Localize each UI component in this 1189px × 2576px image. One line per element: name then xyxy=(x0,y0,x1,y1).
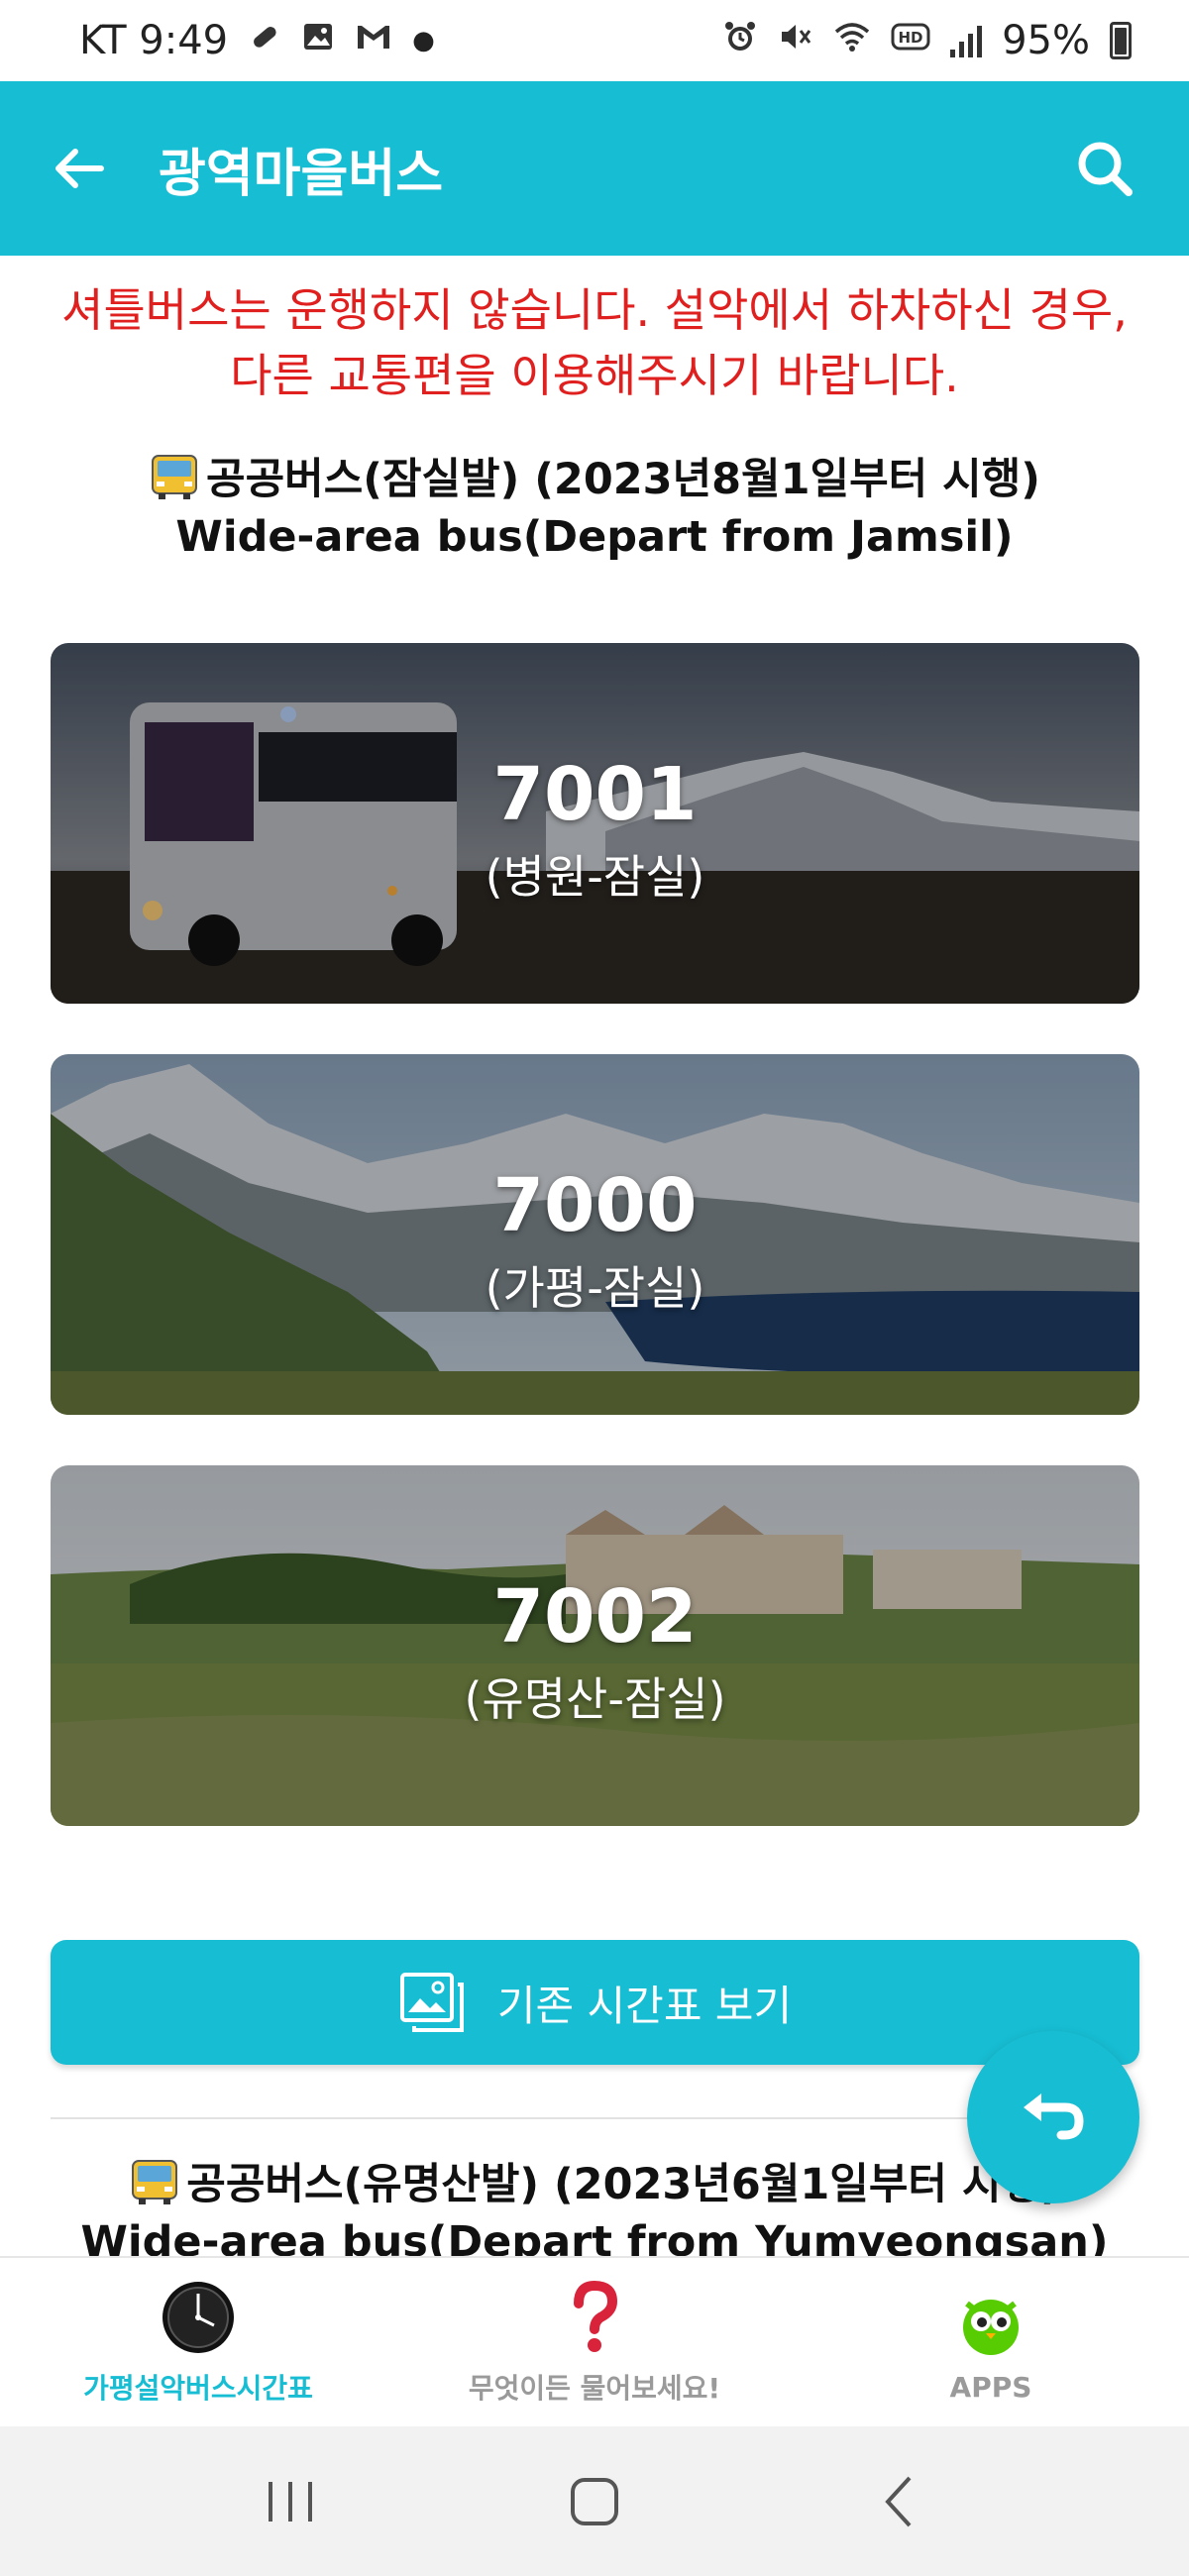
back-button[interactable] xyxy=(40,129,119,208)
route-name: (유명산-잠실) xyxy=(464,1672,726,1726)
clock-icon xyxy=(159,2278,238,2357)
search-icon xyxy=(1078,142,1133,196)
mute-icon xyxy=(778,19,813,63)
route-name: (가평-잠실) xyxy=(485,1261,705,1315)
route-number: 7000 xyxy=(492,1163,698,1248)
nav-label: APPS xyxy=(949,2370,1032,2404)
shuttle-notice: 셔틀버스는 운행하지 않습니다. 설악에서 하차하신 경우, 다른 교통편을 이… xyxy=(61,283,1128,402)
nav-item-ask[interactable]: 무엇이든 물어보세요! xyxy=(396,2258,793,2426)
recent-apps-icon xyxy=(269,2481,313,2522)
nav-label: 무엇이든 물어보세요! xyxy=(468,2372,721,2405)
status-left: KT 9:49 ● xyxy=(79,18,435,63)
bottom-nav: 가평설악버스시간표 무엇이든 물어보세요! APPS xyxy=(0,2256,1189,2426)
battery-percent: 95% xyxy=(1002,18,1090,63)
bus-icon xyxy=(152,455,198,499)
notification-dot: ● xyxy=(412,26,435,55)
svg-text:HD: HD xyxy=(899,29,923,47)
section-title-ko: 공공버스(잠실발) (2023년8월1일부터 시행) xyxy=(206,455,1040,504)
nav-item-timetable[interactable]: 가평설악버스시간표 xyxy=(0,2258,396,2426)
gmail-icon xyxy=(355,20,392,62)
status-right: HD 95% xyxy=(722,18,1132,63)
owl-mascot-icon xyxy=(951,2282,1030,2361)
battery-icon xyxy=(1110,22,1132,59)
route-card-7002[interactable]: 7002 (유명산-잠실) xyxy=(51,1465,1139,1826)
image-gallery-icon xyxy=(399,1973,464,2032)
view-old-timetable-label: 기존 시간표 보기 xyxy=(496,1981,793,2030)
alarm-icon xyxy=(722,19,758,63)
link-icon xyxy=(248,20,281,62)
signal-icon xyxy=(950,24,983,57)
section-title-ko: 공공버스(유명산발) (2023년6월1일부터 시행) xyxy=(186,2160,1060,2209)
recent-apps-button[interactable] xyxy=(246,2457,335,2546)
search-button[interactable] xyxy=(1060,124,1149,213)
nav-label: 가평설악버스시간표 xyxy=(83,2372,313,2405)
bus-icon xyxy=(132,2160,178,2204)
image-icon xyxy=(301,20,335,62)
home-button[interactable] xyxy=(550,2457,639,2546)
route-number: 7001 xyxy=(492,752,698,837)
status-bar: KT 9:49 ● HD 95% xyxy=(0,0,1189,81)
wifi-icon xyxy=(833,20,871,62)
section-title-jamsil: 공공버스(잠실발) (2023년8월1일부터 시행) Wide-area bus… xyxy=(0,451,1189,566)
route-card-7000[interactable]: 7000 (가평-잠실) xyxy=(51,1054,1139,1415)
chevron-left-icon xyxy=(884,2476,912,2526)
arrow-left-icon xyxy=(55,149,104,188)
view-old-timetable-button[interactable]: 기존 시간표 보기 xyxy=(51,1940,1139,2065)
app-bar: 광역마을버스 xyxy=(0,81,1189,256)
hd-icon: HD xyxy=(891,21,930,60)
section-title-en: Wide-area bus(Depart from Jamsil) xyxy=(175,512,1014,562)
home-icon xyxy=(570,2477,618,2525)
undo-icon xyxy=(1024,2093,1084,2140)
undo-fab-button[interactable] xyxy=(967,2031,1139,2203)
page-title: 광역마을버스 xyxy=(159,144,444,204)
question-mark-icon xyxy=(555,2278,634,2357)
carrier-time: KT 9:49 xyxy=(79,18,229,63)
system-back-button[interactable] xyxy=(854,2457,943,2546)
route-name: (병원-잠실) xyxy=(485,850,705,904)
nav-item-apps[interactable]: APPS xyxy=(793,2258,1189,2426)
route-card-7001[interactable]: 7001 (병원-잠실) xyxy=(51,643,1139,1004)
system-nav-bar xyxy=(0,2426,1189,2576)
route-number: 7002 xyxy=(492,1574,698,1660)
